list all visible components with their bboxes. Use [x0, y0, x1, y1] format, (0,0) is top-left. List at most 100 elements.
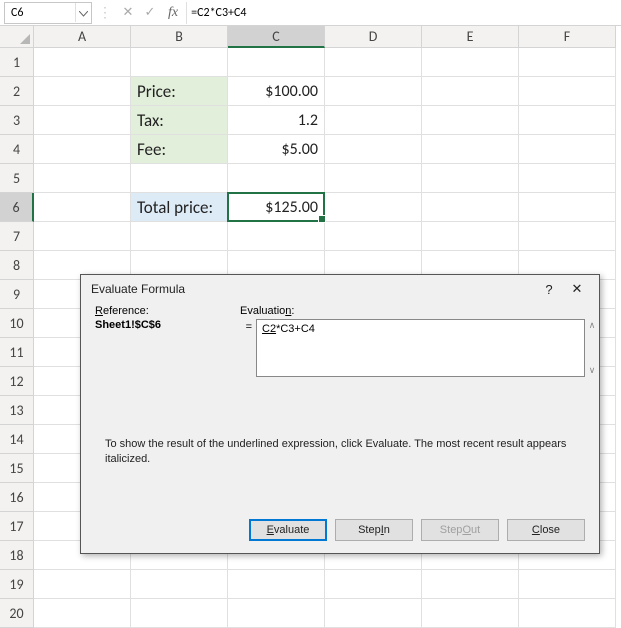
step-in-button[interactable]: Step In — [335, 519, 413, 541]
cell-A2[interactable] — [34, 77, 131, 106]
cell-B1[interactable] — [131, 48, 228, 77]
cell-A7[interactable] — [34, 222, 131, 251]
cell-C7[interactable] — [228, 222, 325, 251]
cell-F7[interactable] — [519, 222, 616, 251]
help-button[interactable]: ? — [535, 282, 563, 297]
scroll-up-icon[interactable]: ∧ — [589, 320, 596, 331]
cell-C20[interactable] — [228, 599, 325, 628]
cell-D6[interactable] — [325, 193, 422, 222]
row-header[interactable]: 7 — [0, 222, 34, 251]
column-header[interactable]: B — [131, 26, 228, 48]
cell-E5[interactable] — [422, 164, 519, 193]
column-header[interactable]: F — [519, 26, 616, 48]
formula-input[interactable]: =C2*C3+C4 — [186, 2, 617, 24]
cell-B2[interactable]: Price: — [131, 77, 228, 106]
scroll-down-icon[interactable]: ∨ — [589, 365, 596, 376]
cell-D20[interactable] — [325, 599, 422, 628]
cell-B19[interactable] — [131, 570, 228, 599]
cell-C19[interactable] — [228, 570, 325, 599]
cell-A5[interactable] — [34, 164, 131, 193]
row-header[interactable]: 1 — [0, 48, 34, 77]
cell-B4[interactable]: Fee: — [131, 135, 228, 164]
cell-C3[interactable]: 1.2 — [228, 106, 325, 135]
row-header[interactable]: 6 — [0, 193, 34, 222]
cell-A6[interactable] — [34, 193, 131, 222]
column-header[interactable]: A — [34, 26, 131, 48]
row-header[interactable]: 3 — [0, 106, 34, 135]
row-header[interactable]: 9 — [0, 280, 34, 309]
cell-D7[interactable] — [325, 222, 422, 251]
evaluation-box[interactable]: C2*C3+C4 ∧ ∨ — [256, 319, 585, 377]
column-header[interactable]: D — [325, 26, 422, 48]
name-box[interactable]: C6 — [4, 2, 92, 24]
cell-E3[interactable] — [422, 106, 519, 135]
cell-D4[interactable] — [325, 135, 422, 164]
cell-A3[interactable] — [34, 106, 131, 135]
cell-A4[interactable] — [34, 135, 131, 164]
cell-B20[interactable] — [131, 599, 228, 628]
row-header[interactable]: 17 — [0, 512, 34, 541]
cell-F5[interactable] — [519, 164, 616, 193]
row-header[interactable]: 4 — [0, 135, 34, 164]
cell-E7[interactable] — [422, 222, 519, 251]
reference-value: Sheet1!$C$6 — [95, 319, 240, 331]
row-header[interactable]: 12 — [0, 367, 34, 396]
cell-A1[interactable] — [34, 48, 131, 77]
cell-A19[interactable] — [34, 570, 131, 599]
cell-D5[interactable] — [325, 164, 422, 193]
cell-E19[interactable] — [422, 570, 519, 599]
row-header[interactable]: 14 — [0, 425, 34, 454]
cell-F4[interactable] — [519, 135, 616, 164]
cell-F19[interactable] — [519, 570, 616, 599]
cell-F2[interactable] — [519, 77, 616, 106]
row-header[interactable]: 16 — [0, 483, 34, 512]
close-button[interactable]: ✕ — [563, 281, 591, 297]
fx-icon[interactable]: fx — [162, 5, 184, 21]
cell-D19[interactable] — [325, 570, 422, 599]
column-header[interactable]: E — [422, 26, 519, 48]
cell-E20[interactable] — [422, 599, 519, 628]
cell-B7[interactable] — [131, 222, 228, 251]
cell-C5[interactable] — [228, 164, 325, 193]
cell-E2[interactable] — [422, 77, 519, 106]
cell-D1[interactable] — [325, 48, 422, 77]
evaluate-button[interactable]: Evaluate — [249, 519, 327, 541]
cell-C6[interactable]: $125.00 — [228, 193, 325, 222]
cell-B6[interactable]: Total price: — [131, 193, 228, 222]
row-header[interactable]: 13 — [0, 396, 34, 425]
name-box-dropdown-icon[interactable] — [75, 3, 91, 22]
row-header[interactable]: 18 — [0, 541, 34, 570]
equals-sign: = — [240, 319, 256, 333]
row-header[interactable]: 20 — [0, 599, 34, 628]
row-header[interactable]: 5 — [0, 164, 34, 193]
row-header[interactable]: 8 — [0, 251, 34, 280]
cell-C1[interactable] — [228, 48, 325, 77]
cell-F3[interactable] — [519, 106, 616, 135]
row-header[interactable]: 2 — [0, 77, 34, 106]
cell-E1[interactable] — [422, 48, 519, 77]
cell-A20[interactable] — [34, 599, 131, 628]
column-header[interactable]: C — [228, 26, 325, 48]
row-header[interactable]: 15 — [0, 454, 34, 483]
cell-F20[interactable] — [519, 599, 616, 628]
close-dialog-button[interactable]: Close — [507, 519, 585, 541]
enter-icon[interactable]: ✓ — [140, 2, 160, 24]
cell-E6[interactable] — [422, 193, 519, 222]
cell-C2[interactable]: $100.00 — [228, 77, 325, 106]
cell-F6[interactable] — [519, 193, 616, 222]
cancel-icon[interactable]: ✕ — [118, 2, 138, 24]
cell-C4[interactable]: $5.00 — [228, 135, 325, 164]
cell-E4[interactable] — [422, 135, 519, 164]
row-header[interactable]: 11 — [0, 338, 34, 367]
row-header[interactable]: 10 — [0, 309, 34, 338]
dialog-titlebar[interactable]: Evaluate Formula ? ✕ — [81, 275, 599, 305]
scrollbar[interactable]: ∧ ∨ — [584, 320, 600, 376]
hint-text: To show the result of the underlined exp… — [95, 437, 585, 468]
cell-B3[interactable]: Tax: — [131, 106, 228, 135]
select-all-triangle[interactable] — [0, 26, 34, 48]
row-header[interactable]: 19 — [0, 570, 34, 599]
cell-B5[interactable] — [131, 164, 228, 193]
cell-D2[interactable] — [325, 77, 422, 106]
cell-D3[interactable] — [325, 106, 422, 135]
cell-F1[interactable] — [519, 48, 616, 77]
